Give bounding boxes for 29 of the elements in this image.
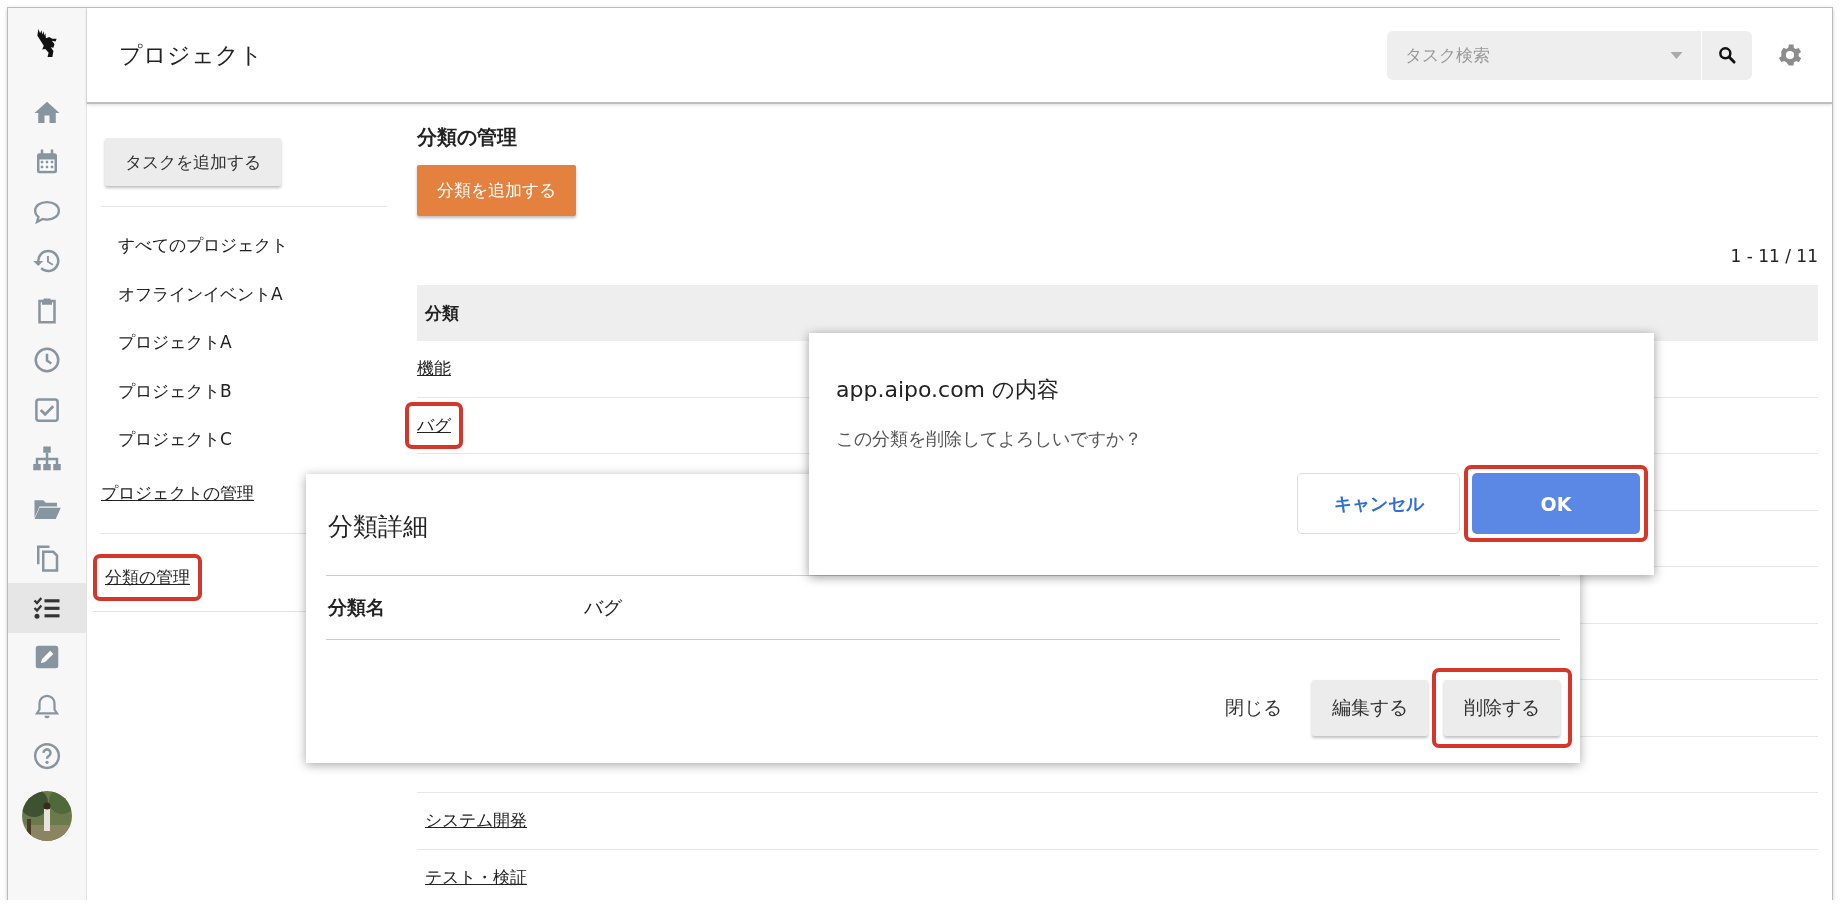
column-header: 分類 <box>425 301 459 325</box>
category-link[interactable]: テスト・検証 <box>425 865 527 889</box>
rail-checklist-button[interactable] <box>8 583 86 633</box>
dialog-button[interactable]: 削除する <box>1444 680 1560 736</box>
project-link[interactable]: オフラインイベントA <box>118 269 387 318</box>
field-label: 分類名 <box>327 594 386 620</box>
section-title: 分類の管理 <box>417 124 518 151</box>
dialog-button[interactable]: 編集する <box>1312 680 1428 736</box>
category-link[interactable]: バグ <box>417 414 451 435</box>
pagination-count: 1 - 11 / 11 <box>1730 246 1818 266</box>
field-value: バグ <box>584 594 622 620</box>
add-task-button[interactable]: タスクを追加する <box>105 138 281 186</box>
dialog-message: この分類を削除してよろしいですか？ <box>836 427 1143 451</box>
category-link[interactable]: 機能 <box>417 358 451 379</box>
search-field[interactable]: タスク検索 <box>1387 30 1701 80</box>
dialog-title: app.aipo.com の内容 <box>836 376 1060 404</box>
page-title: プロジェクト <box>119 40 264 70</box>
help-icon <box>32 741 62 772</box>
project-link[interactable]: プロジェクトA <box>118 318 387 367</box>
cancel-button[interactable]: キャンセル <box>1297 473 1460 534</box>
close-button[interactable]: 閉じる <box>1203 680 1304 736</box>
project-link[interactable]: プロジェクトC <box>118 415 387 464</box>
project-link[interactable]: プロジェクトB <box>118 366 387 415</box>
search-icon <box>1717 45 1737 65</box>
manage-categories-link[interactable]: 分類の管理 <box>105 566 190 587</box>
dropdown-caret-icon[interactable] <box>1670 51 1683 60</box>
project-link[interactable]: すべてのプロジェクト <box>118 221 387 270</box>
search-button[interactable] <box>1701 30 1752 80</box>
category-link[interactable]: システム開発 <box>425 809 527 833</box>
